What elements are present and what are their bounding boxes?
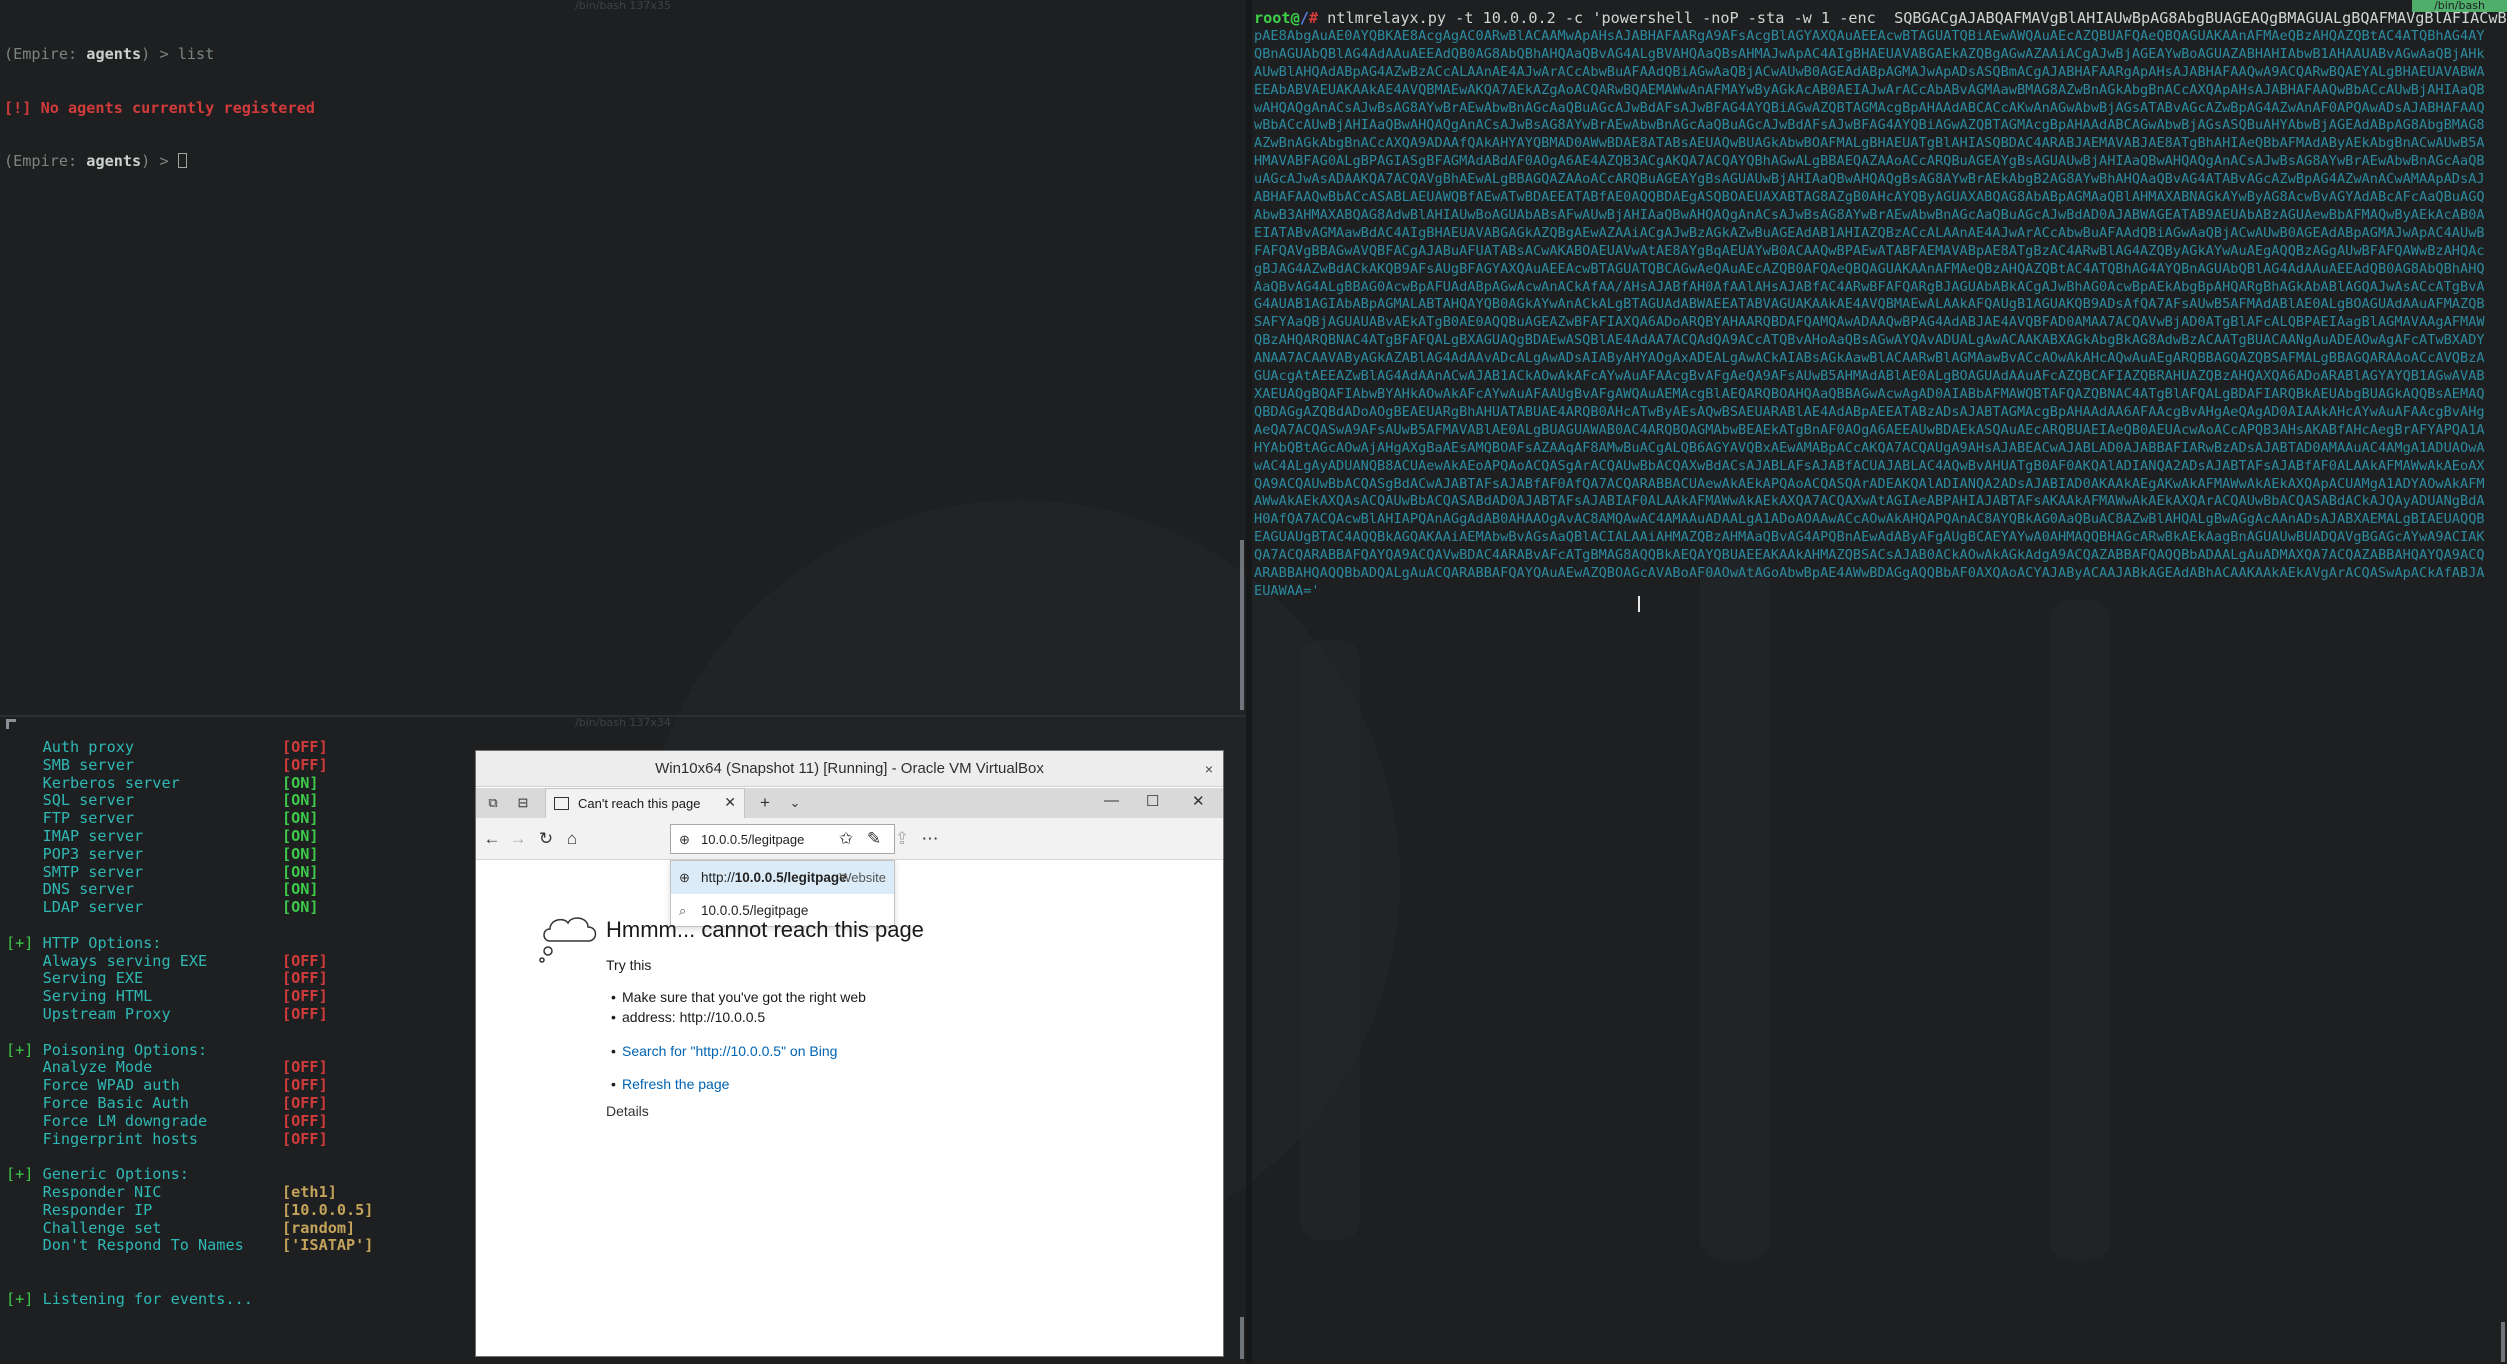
back-arrow-icon[interactable]: ← [482, 829, 502, 849]
option-value: [ON] [282, 862, 319, 881]
option-label: DNS server [6, 880, 135, 899]
option-value: [OFF] [282, 1094, 328, 1112]
scrollbar[interactable] [2501, 1322, 2505, 1362]
more-menu-icon[interactable]: ⋯ [920, 829, 940, 849]
option-value: [eth1] [282, 1183, 337, 1201]
option-label: Auth proxy [6, 738, 135, 756]
option-value: [OFF] [282, 987, 328, 1006]
option-label: SQL server [6, 791, 135, 810]
thinking-cloud-icon [539, 917, 597, 963]
window-title: Win10x64 (Snapshot 11) [Running] - Oracl… [655, 760, 1044, 777]
maximize-button[interactable]: ☐ [1146, 792, 1159, 810]
option-label: Upstream Proxy [6, 1005, 171, 1023]
globe-icon: ⊕ [679, 832, 690, 847]
option-value: [OFF] [282, 1005, 328, 1023]
tab-cant-reach[interactable]: Can't reach this page ✕ [545, 788, 745, 818]
refresh-icon[interactable]: ↻ [536, 829, 556, 849]
option-value: [OFF] [282, 755, 328, 774]
notes-pen-icon[interactable]: ✎ [864, 829, 884, 849]
option-label: Challenge set [6, 1218, 162, 1237]
scrollbar[interactable] [1240, 1317, 1244, 1359]
option-label: Force LM downgrade [6, 1111, 208, 1130]
page-icon [554, 797, 569, 810]
option-label: Responder IP [6, 1200, 153, 1219]
option-label: Don't Respond To Names [6, 1236, 244, 1255]
option-value: [ON] [282, 827, 319, 845]
option-label: Responder NIC [6, 1183, 162, 1201]
option-label: SMB server [6, 755, 135, 774]
option-value: [10.0.0.5] [282, 1200, 374, 1219]
address-bar[interactable]: ⊕ 10.0.0.5/legitpage [670, 824, 895, 854]
option-value: [random] [282, 1218, 356, 1237]
share-icon[interactable]: ⇪ [892, 829, 912, 849]
option-value: ['ISATAP'] [282, 1236, 374, 1255]
details-toggle[interactable]: Details [606, 1103, 649, 1119]
tab-previews-icon[interactable]: ⊟ [514, 794, 532, 812]
favorites-icon[interactable]: ✩ [836, 829, 856, 849]
forward-arrow-icon[interactable]: → [508, 829, 528, 849]
shell-prompt-line[interactable]: root@/# ntlmrelayx.py -t 10.0.0.2 -c 'po… [1254, 9, 2507, 28]
option-value: [ON] [282, 773, 319, 792]
option-value: [OFF] [282, 738, 328, 756]
option-value: [OFF] [282, 1111, 328, 1130]
empire-terminal-pane[interactable]: /bin/bash 137x35 (Empire: agents) > list… [0, 0, 1246, 715]
option-label: FTP server [6, 809, 135, 828]
ntlmrelayx-terminal-pane[interactable]: /bin/bash 157x73 root@/# ntlmrelayx.py -… [1252, 0, 2507, 1364]
option-label: POP3 server [6, 844, 144, 863]
option-value: [OFF] [282, 969, 328, 988]
virtualbox-window[interactable]: Win10x64 (Snapshot 11) [Running] - Oracl… [476, 751, 1223, 1356]
option-value: [ON] [282, 844, 319, 863]
set-aside-tabs-icon[interactable]: ⧉ [484, 794, 502, 812]
close-button[interactable]: ✕ [1192, 792, 1205, 810]
option-value: [ON] [282, 898, 319, 917]
option-label: Fingerprint hosts [6, 1129, 199, 1148]
text-cursor-icon [1638, 596, 1640, 612]
option-label: Serving HTML [6, 987, 153, 1006]
virtualbox-titlebar[interactable]: Win10x64 (Snapshot 11) [Running] - Oracl… [476, 751, 1223, 787]
encoded-powershell-blob: pAE8AbgAuAE0AYQBKAE8AcgAgAC0ARwBlACAAMwA… [1254, 27, 2485, 599]
option-label: SMTP server [6, 862, 144, 881]
option-label: Always serving EXE [6, 951, 208, 970]
section-header: [+] Poisoning Options: [6, 1040, 208, 1059]
try-this-label: Try this [606, 957, 652, 973]
terminal-cursor [177, 153, 187, 169]
address-input[interactable]: 10.0.0.5/legitpage [701, 832, 804, 847]
error-page: Hmmm... cannot reach this page Try this … [476, 861, 1223, 1356]
option-label: Analyze Mode [6, 1058, 153, 1077]
new-tab-button[interactable]: + [756, 794, 774, 812]
terminal-prompt-line[interactable]: (Empire: agents) > [4, 152, 315, 171]
section-header: [+] Generic Options: [6, 1165, 189, 1184]
minimize-button[interactable]: — [1104, 792, 1119, 809]
option-label: Force Basic Auth [6, 1094, 189, 1112]
window-close-button[interactable]: × [1205, 751, 1213, 787]
section-header: [+] HTTP Options: [6, 933, 162, 952]
scrollbar[interactable] [1240, 540, 1244, 710]
tab-bar: ⧉ ⊟ Can't reach this page ✕ + ⌄ — ☐ ✕ [476, 788, 1223, 818]
empire-terminal-output: (Empire: agents) > list [!] No agents cu… [4, 10, 315, 207]
option-value: [ON] [282, 880, 319, 899]
option-label: Kerberos server [6, 773, 180, 792]
option-value: [ON] [282, 791, 319, 810]
terminal-line: (Empire: agents) > list [4, 44, 215, 63]
terminal-error-line: [!] No agents currently registered [4, 98, 315, 117]
option-value: [OFF] [282, 951, 328, 970]
navigation-bar: ← → ↻ ⌂ ⊕ 10.0.0.5/legitpage ✩ ✎ ⇪ ⋯ [476, 818, 1223, 860]
tab-close-icon[interactable]: ✕ [724, 794, 736, 811]
option-label: LDAP server [6, 898, 144, 917]
error-title: Hmmm... cannot reach this page [606, 917, 924, 942]
tab-menu-chevron-icon[interactable]: ⌄ [786, 794, 804, 812]
option-value: [ON] [282, 809, 319, 828]
option-label: IMAP server [6, 827, 144, 845]
tab-label: Can't reach this page [578, 796, 701, 811]
option-value: [OFF] [282, 1058, 328, 1077]
pane-title: /bin/bash 137x34 [575, 717, 671, 729]
option-value: [OFF] [282, 1129, 328, 1148]
option-label: Serving EXE [6, 969, 144, 988]
edge-browser: ⧉ ⊟ Can't reach this page ✕ + ⌄ — ☐ ✕ ← … [476, 788, 1223, 1356]
option-value: [OFF] [282, 1076, 328, 1095]
section-header: [+] Listening for events... [6, 1289, 253, 1308]
option-label: Force WPAD auth [6, 1076, 180, 1095]
home-icon[interactable]: ⌂ [562, 829, 582, 849]
